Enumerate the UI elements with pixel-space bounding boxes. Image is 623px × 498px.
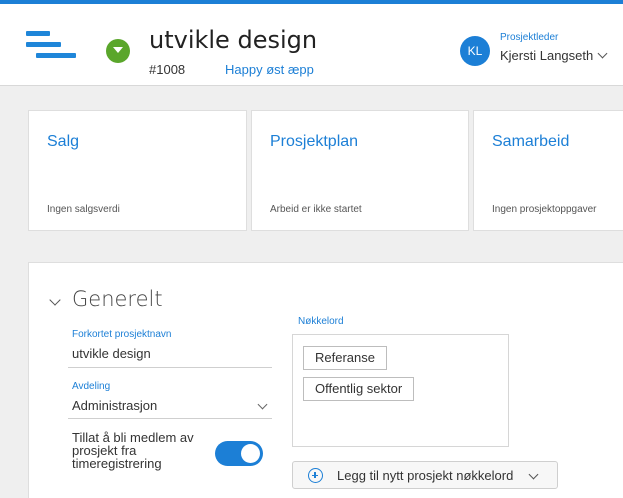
department-label: Avdeling	[72, 381, 111, 392]
add-keyword-label: Legg til nytt prosjekt nøkkelord	[337, 468, 514, 483]
collaboration-card[interactable]: Samarbeid Ingen prosjektoppgaver	[473, 110, 623, 231]
manager-dropdown[interactable]: Kjersti Langseth	[500, 48, 608, 63]
manager-name: Kjersti Langseth	[500, 48, 594, 63]
section-title: Generelt	[72, 287, 163, 311]
keyword-chip[interactable]: Referanse	[303, 346, 387, 370]
project-plan-card-title: Prosjektplan	[270, 133, 359, 150]
sales-card-subtitle: Ingen salgsverdi	[47, 204, 120, 215]
collaboration-card-title: Samarbeid	[492, 133, 570, 150]
keywords-box: Referanse Offentlig sektor	[292, 334, 509, 447]
time-registration-toggle-label: Tillat å bli medlem av prosjekt fra time…	[72, 430, 194, 471]
chevron-down-icon	[528, 469, 539, 480]
add-keyword-button[interactable]: Legg til nytt prosjekt nøkkelord	[292, 461, 558, 489]
chevron-down-icon	[597, 48, 608, 59]
department-select[interactable]: Administrasjon	[72, 398, 157, 413]
hamburger-menu-icon[interactable]	[26, 31, 76, 69]
short-name-underline	[68, 367, 272, 368]
manager-role-label: Prosjektleder	[500, 32, 559, 43]
keywords-label: Nøkkelord	[298, 316, 344, 327]
project-plan-card-subtitle: Arbeid er ikke startet	[270, 204, 362, 215]
short-name-field[interactable]: utvikle design	[72, 346, 151, 361]
project-title: utvikle design	[149, 26, 318, 54]
client-link[interactable]: Happy øst æpp	[225, 62, 314, 77]
project-plan-card[interactable]: Prosjektplan Arbeid er ikke startet	[251, 110, 469, 231]
project-number: #1008	[149, 62, 186, 77]
avatar: KL	[460, 36, 490, 66]
project-header: utvikle design #1008 Happy øst æpp KL Pr…	[0, 4, 623, 86]
time-registration-toggle[interactable]	[215, 441, 263, 466]
status-dropdown-icon[interactable]	[106, 39, 130, 63]
sales-card-title: Salg	[47, 133, 80, 150]
department-underline	[68, 418, 272, 419]
sales-card[interactable]: Salg Ingen salgsverdi	[28, 110, 247, 231]
keyword-chip[interactable]: Offentlig sektor	[303, 377, 415, 401]
short-name-label: Forkortet prosjektnavn	[72, 329, 172, 340]
collaboration-card-subtitle: Ingen prosjektoppgaver	[492, 204, 597, 215]
plus-circle-icon	[308, 468, 323, 483]
